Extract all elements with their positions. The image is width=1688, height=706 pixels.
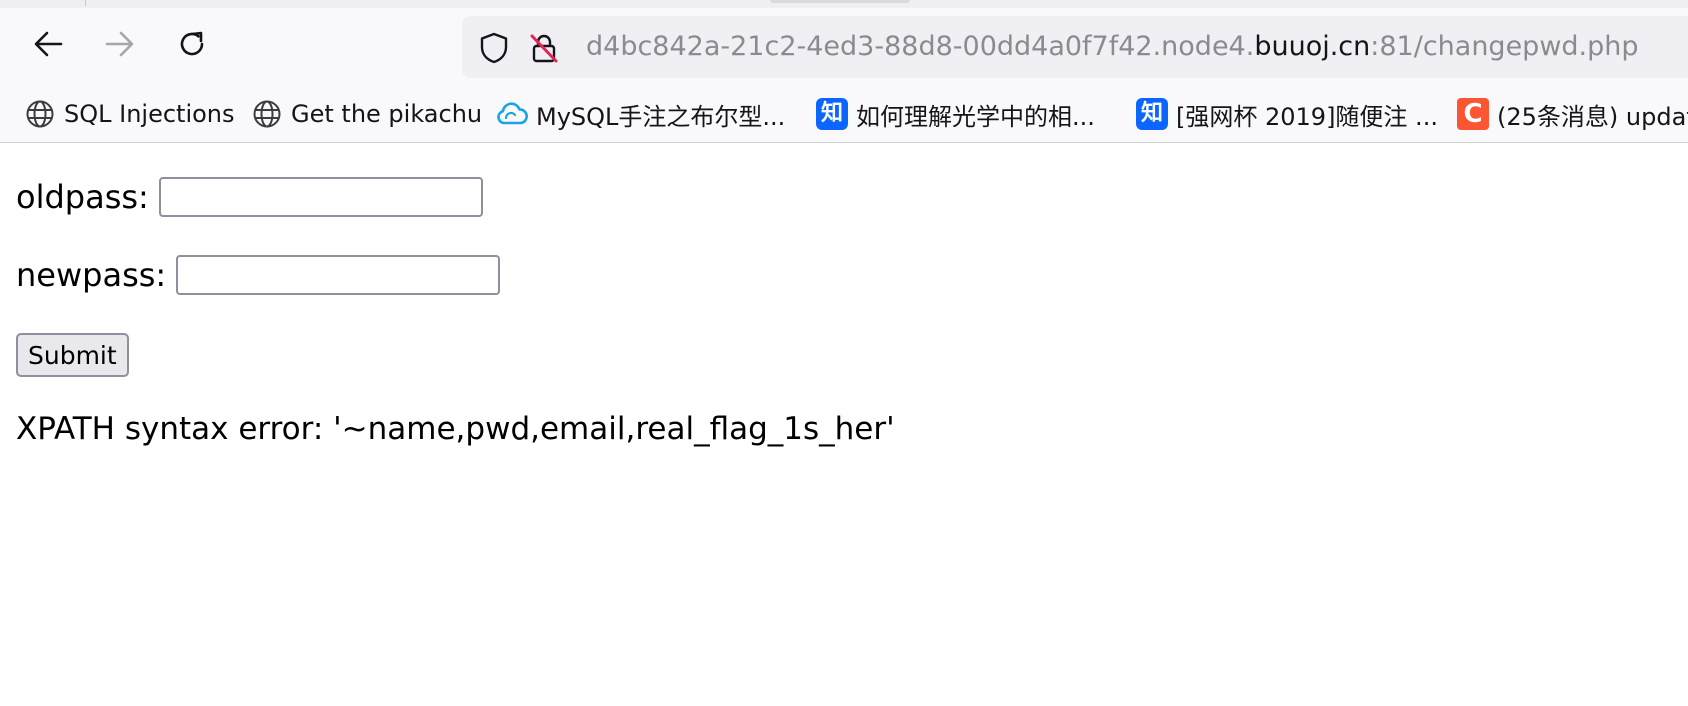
globe-icon — [251, 98, 283, 130]
newpass-label: newpass: — [16, 256, 167, 294]
bookmark-label: SQL Injections — [64, 100, 235, 128]
bookmark-mysql-boolean[interactable]: MySQL手注之布尔型... — [496, 96, 785, 132]
cloud-icon — [496, 98, 528, 130]
url-prefix: d4bc842a-21c2-4ed3-88d8-00dd4a0f7f42.nod… — [586, 31, 1255, 62]
oldpass-row: oldpass: — [16, 177, 483, 217]
address-bar[interactable]: d4bc842a-21c2-4ed3-88d8-00dd4a0f7f42.nod… — [462, 16, 1688, 78]
bookmark-qwb-2019[interactable]: 知 [强网杯 2019]随便注 ... — [1136, 96, 1438, 132]
bookmarks-toolbar: SQL Injections Get the pikachu MySQL手注之布… — [0, 86, 1688, 143]
zhihu-icon: 知 — [1136, 98, 1168, 130]
bookmark-sql-injections[interactable]: SQL Injections — [24, 96, 235, 132]
oldpass-label: oldpass: — [16, 178, 149, 216]
forward-button[interactable] — [98, 22, 142, 66]
reload-icon — [176, 28, 208, 60]
bookmark-zhihu-optics[interactable]: 知 如何理解光学中的相... — [816, 96, 1095, 132]
bookmark-label: MySQL手注之布尔型... — [536, 102, 786, 131]
zhihu-icon: 知 — [816, 98, 848, 130]
reload-button[interactable] — [170, 22, 214, 66]
tab-divider — [85, 0, 86, 6]
bookmark-label: Get the pikachu — [291, 100, 483, 128]
xpath-error-message: XPATH syntax error: '~name,pwd,email,rea… — [16, 411, 895, 447]
navigation-toolbar: d4bc842a-21c2-4ed3-88d8-00dd4a0f7f42.nod… — [0, 8, 1688, 86]
bookmark-label: [强网杯 2019]随便注 ... — [1176, 102, 1438, 131]
forward-arrow-icon — [105, 30, 135, 58]
globe-icon — [24, 98, 56, 130]
url-text[interactable]: d4bc842a-21c2-4ed3-88d8-00dd4a0f7f42.nod… — [586, 31, 1639, 63]
back-arrow-icon — [33, 30, 63, 58]
bookmark-get-the-pikachu[interactable]: Get the pikachu — [251, 96, 482, 132]
bookmark-csdn-update[interactable]: C (25条消息) updat — [1457, 96, 1688, 132]
csdn-icon: C — [1457, 98, 1489, 130]
shield-icon[interactable] — [478, 32, 510, 64]
oldpass-input[interactable] — [158, 177, 483, 217]
tab-strip — [0, 0, 1688, 8]
active-tab-edge — [770, 0, 910, 3]
back-button[interactable] — [26, 22, 70, 66]
insecure-lock-icon[interactable] — [528, 32, 560, 64]
url-domain: buuoj.cn — [1254, 31, 1371, 62]
bookmark-label: 如何理解光学中的相... — [856, 102, 1095, 131]
newpass-input[interactable] — [176, 255, 501, 295]
newpass-row: newpass: — [16, 255, 501, 295]
bookmark-label: (25条消息) updat — [1497, 102, 1688, 131]
submit-button[interactable]: Submit — [16, 333, 129, 377]
page-content: oldpass: newpass: Submit XPATH syntax er… — [0, 143, 1688, 706]
url-suffix: :81/changepwd.php — [1370, 31, 1639, 62]
